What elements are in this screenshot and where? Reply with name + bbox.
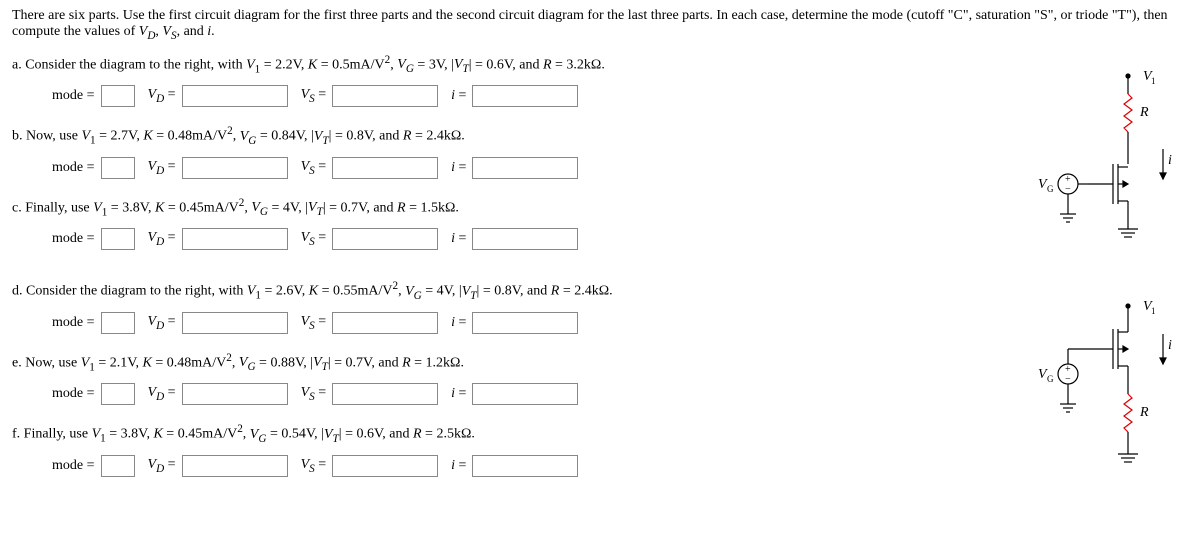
vs-label: VS = [294, 385, 327, 403]
mode-label: mode = [52, 386, 95, 402]
part-a-prompt: a. Consider the diagram to the right, wi… [12, 54, 1028, 75]
i-input-f[interactable] [472, 455, 578, 477]
part-b-prompt: b. Now, use V1 = 2.7V, K = 0.48mA/V2, VG… [12, 125, 1028, 146]
vd-input-a[interactable] [182, 85, 288, 107]
i-label: i = [444, 160, 466, 176]
circuit-diagram-1: V1 R [1028, 64, 1178, 254]
mode-input-a[interactable] [101, 85, 135, 107]
intro-text: There are six parts. Use the first circu… [12, 8, 1188, 42]
mode-label: mode = [52, 160, 95, 176]
i-label: i = [444, 88, 466, 104]
vs-input-d[interactable] [332, 312, 438, 334]
svg-text:G: G [1047, 374, 1054, 384]
vd-label: VD = [141, 230, 176, 248]
vd-input-e[interactable] [182, 383, 288, 405]
mode-input-b[interactable] [101, 157, 135, 179]
svg-text:R: R [1139, 405, 1149, 420]
mode-label: mode = [52, 88, 95, 104]
vs-input-a[interactable] [332, 85, 438, 107]
svg-text:i: i [1168, 338, 1172, 353]
part-f-prompt: f. Finally, use V1 = 3.8V, K = 0.45mA/V2… [12, 423, 1028, 444]
i-input-c[interactable] [472, 228, 578, 250]
vs-input-b[interactable] [332, 157, 438, 179]
svg-text:−: − [1065, 184, 1071, 195]
vs-input-f[interactable] [332, 455, 438, 477]
vs-input-e[interactable] [332, 383, 438, 405]
vd-label: VD = [141, 87, 176, 105]
svg-text:G: G [1047, 184, 1054, 194]
i-input-e[interactable] [472, 383, 578, 405]
mode-input-e[interactable] [101, 383, 135, 405]
svg-text:i: i [1168, 153, 1172, 168]
mode-input-f[interactable] [101, 455, 135, 477]
mode-input-d[interactable] [101, 312, 135, 334]
i-label: i = [444, 386, 466, 402]
svg-text:1: 1 [1151, 76, 1156, 86]
vd-label: VD = [141, 385, 176, 403]
vs-label: VS = [294, 457, 327, 475]
svg-text:−: − [1065, 374, 1071, 385]
svg-text:1: 1 [1151, 306, 1156, 316]
circuit-diagram-2: V1 R + − [1028, 294, 1178, 484]
mode-input-c[interactable] [101, 228, 135, 250]
vd-label: VD = [141, 159, 176, 177]
part-c-prompt: c. Finally, use V1 = 3.8V, K = 0.45mA/V2… [12, 197, 1028, 218]
i-label: i = [444, 315, 466, 331]
i-input-d[interactable] [472, 312, 578, 334]
vd-input-b[interactable] [182, 157, 288, 179]
part-a: a. Consider the diagram to the right, wi… [12, 54, 1028, 107]
vd-input-d[interactable] [182, 312, 288, 334]
mode-label: mode = [52, 231, 95, 247]
vs-label: VS = [294, 159, 327, 177]
part-b: b. Now, use V1 = 2.7V, K = 0.48mA/V2, VG… [12, 125, 1028, 178]
part-f: f. Finally, use V1 = 3.8V, K = 0.45mA/V2… [12, 423, 1028, 476]
vs-label: VS = [294, 314, 327, 332]
vd-label: VD = [141, 457, 176, 475]
i-input-a[interactable] [472, 85, 578, 107]
part-e-prompt: e. Now, use V1 = 2.1V, K = 0.48mA/V2, VG… [12, 352, 1028, 373]
i-label: i = [444, 231, 466, 247]
part-e: e. Now, use V1 = 2.1V, K = 0.48mA/V2, VG… [12, 352, 1028, 405]
part-c: c. Finally, use V1 = 3.8V, K = 0.45mA/V2… [12, 197, 1028, 250]
mode-label: mode = [52, 315, 95, 331]
vs-label: VS = [294, 87, 327, 105]
part-d-prompt: d. Consider the diagram to the right, wi… [12, 280, 1028, 301]
vd-input-f[interactable] [182, 455, 288, 477]
vs-input-c[interactable] [332, 228, 438, 250]
i-label: i = [444, 458, 466, 474]
vd-input-c[interactable] [182, 228, 288, 250]
i-input-b[interactable] [472, 157, 578, 179]
vs-label: VS = [294, 230, 327, 248]
part-d: d. Consider the diagram to the right, wi… [12, 280, 1028, 333]
svg-text:R: R [1139, 105, 1149, 120]
mode-label: mode = [52, 458, 95, 474]
vd-label: VD = [141, 314, 176, 332]
